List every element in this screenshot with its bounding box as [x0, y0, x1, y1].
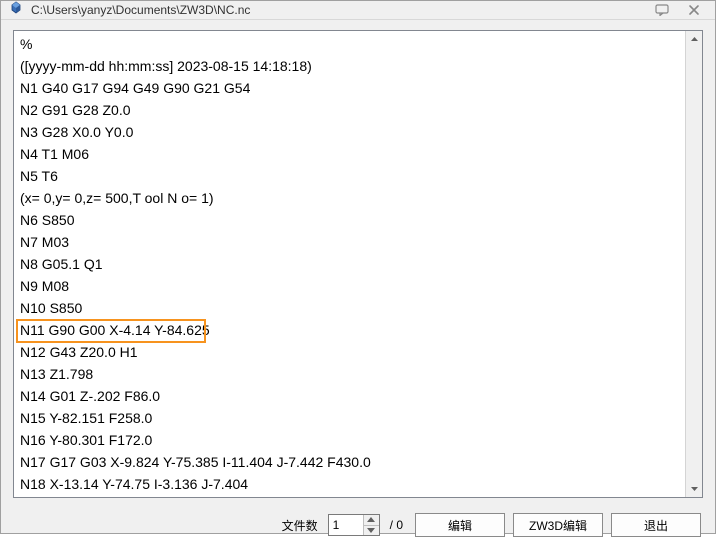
- window-controls: [653, 1, 709, 19]
- spinner-up-icon[interactable]: [364, 515, 379, 526]
- nc-line: N13 Z1.798: [20, 363, 696, 385]
- nc-line: N17 G17 G03 X-9.824 Y-75.385 I-11.404 J-…: [20, 451, 696, 473]
- nc-line: N10 S850: [20, 297, 696, 319]
- nc-line: N14 G01 Z-.202 F86.0: [20, 385, 696, 407]
- title-bar: C:\Users\yanyz\Documents\ZW3D\NC.nc: [1, 1, 715, 20]
- nc-line: N3 G28 X0.0 Y0.0: [20, 121, 696, 143]
- scroll-track[interactable]: [686, 48, 702, 480]
- nc-line: %: [20, 33, 696, 55]
- nc-line: N16 Y-80.301 F172.0: [20, 429, 696, 451]
- nc-line: N1 G40 G17 G94 G49 G90 G21 G54: [20, 77, 696, 99]
- file-total-label: / 0: [390, 518, 403, 532]
- scroll-down-arrow-icon[interactable]: [686, 480, 702, 497]
- close-icon[interactable]: [685, 1, 703, 19]
- speech-bubble-icon[interactable]: [653, 1, 671, 19]
- vertical-scrollbar[interactable]: [685, 31, 702, 497]
- file-count-input[interactable]: [329, 515, 363, 535]
- nc-line: N9 M08: [20, 275, 696, 297]
- nc-line: N6 S850: [20, 209, 696, 231]
- nc-content-box: %([yyyy-mm-dd hh:mm:ss] 2023-08-15 14:18…: [13, 30, 703, 498]
- app-window: C:\Users\yanyz\Documents\ZW3D\NC.nc %([y…: [0, 0, 716, 534]
- nc-line: N4 T1 M06: [20, 143, 696, 165]
- nc-text-area[interactable]: %([yyyy-mm-dd hh:mm:ss] 2023-08-15 14:18…: [14, 31, 702, 497]
- scroll-up-arrow-icon[interactable]: [686, 31, 702, 48]
- nc-line: N2 G91 G28 Z0.0: [20, 99, 696, 121]
- nc-line: N5 T6: [20, 165, 696, 187]
- nc-line: N15 Y-82.151 F258.0: [20, 407, 696, 429]
- nc-line: N8 G05.1 Q1: [20, 253, 696, 275]
- bottom-bar: 文件数 / 0 编辑 ZW3D编辑 退出: [13, 508, 703, 542]
- client-area: %([yyyy-mm-dd hh:mm:ss] 2023-08-15 14:18…: [1, 20, 715, 554]
- nc-line: N18 X-13.14 Y-74.75 I-3.136 J-7.404: [20, 473, 696, 495]
- nc-line: ([yyyy-mm-dd hh:mm:ss] 2023-08-15 14:18:…: [20, 55, 696, 77]
- nc-line: N12 G43 Z20.0 H1: [20, 341, 696, 363]
- app-icon: [7, 1, 25, 19]
- nc-line: (x= 0,y= 0,z= 500,T ool N o= 1): [20, 187, 696, 209]
- file-count-label: 文件数: [282, 517, 318, 534]
- window-title: C:\Users\yanyz\Documents\ZW3D\NC.nc: [31, 3, 653, 17]
- zw3d-edit-button[interactable]: ZW3D编辑: [513, 513, 603, 537]
- nc-line: N11 G90 G00 X-4.14 Y-84.625: [20, 319, 696, 341]
- edit-button[interactable]: 编辑: [415, 513, 505, 537]
- file-count-spinner: [328, 514, 380, 536]
- exit-button[interactable]: 退出: [611, 513, 701, 537]
- nc-line: N7 M03: [20, 231, 696, 253]
